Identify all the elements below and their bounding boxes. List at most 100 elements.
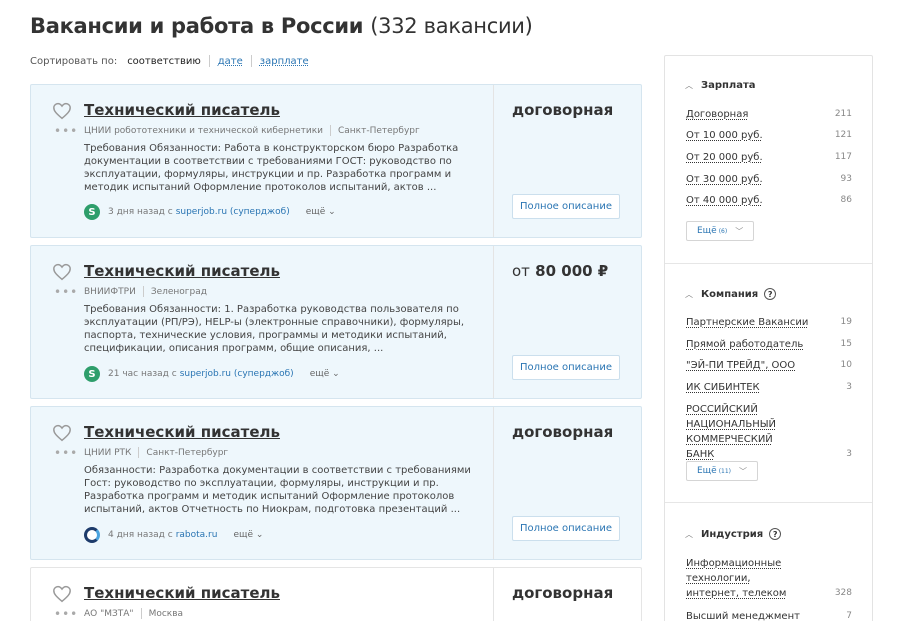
heart-icon[interactable] [52,102,72,120]
salary: от 80 000 ₽ [512,262,608,280]
filter-label: От 30 000 руб. [686,174,763,185]
heart-icon[interactable] [52,424,72,442]
filter-label: От 40 000 руб. [686,195,763,206]
filter-label: ИК СИБИНТЕК [686,382,760,393]
vacancy-title[interactable]: Технический писатель [84,262,280,280]
vacancy-card: ••• Технический писатель ЦНИИ робототехн… [30,84,642,238]
more-label: ещё [305,207,326,217]
filter-item-company[interactable]: РОССИЙСКИЙ НАЦИОНАЛЬНЫЙ КОММЕРЧЕСКИЙ БАН… [686,402,856,462]
filter-label: Высший менеджмент [686,611,800,621]
salary: договорная [512,423,613,441]
sort-option-relevance[interactable]: соответствию [127,56,201,67]
vacancy-description: Требования Обязанности: Работа в констру… [84,143,459,193]
source-link[interactable]: superjob.ru (суперджоб) [180,369,294,379]
more-actions-icon[interactable]: ••• [54,286,78,298]
vacancy-card: ••• Технический писатель ЦНИИ РТК Санкт-… [30,406,642,560]
source-link[interactable]: superjob.ru (суперджоб) [176,207,290,217]
filter-header-company[interactable]: ︿ Компания ? [685,288,777,300]
divider [665,263,872,264]
filter-title: Зарплата [701,80,756,91]
more-dropdown[interactable]: ещё ⌄ [306,207,336,217]
chevron-down-icon: ﹀ [739,466,748,476]
filter-item-salary[interactable]: От 10 000 руб. 121 [686,128,856,143]
filter-item-industry[interactable]: Высший менеджмент 7 [686,609,856,621]
filter-count: 328 [834,588,852,598]
more-label: Ещё [697,226,717,236]
filter-count: 3 [846,382,852,392]
more-actions-icon[interactable]: ••• [54,608,78,620]
posted-time: 21 час назад с [108,369,177,379]
chevron-up-icon: ︿ [685,81,693,90]
vacancy-title[interactable]: Технический писатель [84,101,280,119]
superjob-icon: S [84,366,100,382]
divider [493,568,494,621]
sort-label: Сортировать по: [30,55,118,67]
company-name: ВНИИФТРИ [84,286,136,297]
filter-label: РОССИЙСКИЙ НАЦИОНАЛЬНЫЙ КОММЕРЧЕСКИЙ БАН… [686,404,777,460]
more-dropdown[interactable]: ещё ⌄ [310,369,340,379]
page-title-text: Вакансии и работа в России [30,14,364,38]
filter-header-salary[interactable]: ︿ Зарплата [685,80,756,91]
page-title: Вакансии и работа в России (332 вакансии… [30,14,533,38]
show-more-salary-button[interactable]: Ещё (6) ﹀ [686,221,755,241]
filter-item-salary[interactable]: От 20 000 руб. 117 [686,150,856,165]
salary-value: договорная [512,423,614,441]
more-actions-icon[interactable]: ••• [54,125,78,137]
vacancy-meta: ЦНИИ РТК Санкт-Петербург [84,447,228,458]
filter-label: Партнерские Вакансии [686,317,809,328]
divider [142,286,144,297]
filter-label: Информационные технологии, интернет, тел… [686,558,787,599]
more-actions-icon[interactable]: ••• [54,447,78,459]
full-description-button[interactable]: Полное описание [512,516,620,541]
company-name: ЦНИИ РТК [84,447,132,458]
vacancy-title[interactable]: Технический писатель [84,423,280,441]
filter-count: 93 [840,174,852,184]
source-link[interactable]: rabota.ru [176,530,218,540]
filter-item-company[interactable]: ИК СИБИНТЕК 3 [686,380,856,395]
filter-header-industry[interactable]: ︿ Индустрия ? [685,528,782,540]
posted-time: 3 дня назад с [108,207,173,217]
vacancy-count: (332 вакансии) [370,14,533,38]
vacancy-title[interactable]: Технический писатель [84,584,280,602]
divider [250,55,252,67]
show-more-company-button[interactable]: Ещё (11) ﹀ [686,461,759,481]
posted-time: 4 дня назад с [108,530,173,540]
filter-item-company[interactable]: "ЭЙ-ПИ ТРЕЙД", ООО 10 [686,358,856,373]
heart-icon[interactable] [52,585,72,603]
filter-count: 117 [834,152,852,162]
filter-label: От 20 000 руб. [686,152,763,163]
more-label: ещё [233,530,254,540]
vacancy-description: Обязанности: Разработка документации в с… [84,465,471,515]
help-icon[interactable]: ? [769,528,782,540]
filter-item-salary[interactable]: От 30 000 руб. 93 [686,172,856,187]
full-description-button[interactable]: Полное описание [512,355,620,380]
company-name: ЦНИИ робототехники и технической киберне… [84,125,323,136]
filter-item-industry[interactable]: Информационные технологии, интернет, тел… [686,556,856,601]
sort-option-date[interactable]: дате [218,56,243,67]
filter-title: Компания [701,288,759,300]
more-dropdown[interactable]: ещё ⌄ [233,530,263,540]
sort-option-salary[interactable]: зарплате [260,56,309,67]
filter-item-salary[interactable]: От 40 000 руб. 86 [686,193,856,208]
more-label: ещё [309,369,330,379]
divider [493,407,494,559]
help-icon[interactable]: ? [764,288,777,300]
filter-label: Прямой работодатель [686,339,804,350]
salary-prefix: от [512,262,530,280]
filter-item-company[interactable]: Партнерские Вакансии 19 [686,315,856,330]
more-label: Ещё [697,466,717,476]
divider [140,608,142,619]
filter-count: 3 [846,449,852,459]
heart-icon[interactable] [52,263,72,281]
vacancy-meta: АО "МЗТА" Москва [84,608,183,619]
filter-item-company[interactable]: Прямой работодатель 15 [686,337,856,352]
chevron-down-icon: ⌄ [255,530,264,540]
company-name: АО "МЗТА" [84,608,134,619]
filter-count: 10 [840,360,852,370]
filter-item-salary[interactable]: Договорная 211 [686,107,856,122]
vacancy-footer: S 21 час назад с superjob.ru (суперджоб)… [84,366,340,382]
more-count: (11) [718,467,732,475]
filter-count: 15 [840,339,852,349]
superjob-icon: S [84,204,100,220]
full-description-button[interactable]: Полное описание [512,194,620,219]
